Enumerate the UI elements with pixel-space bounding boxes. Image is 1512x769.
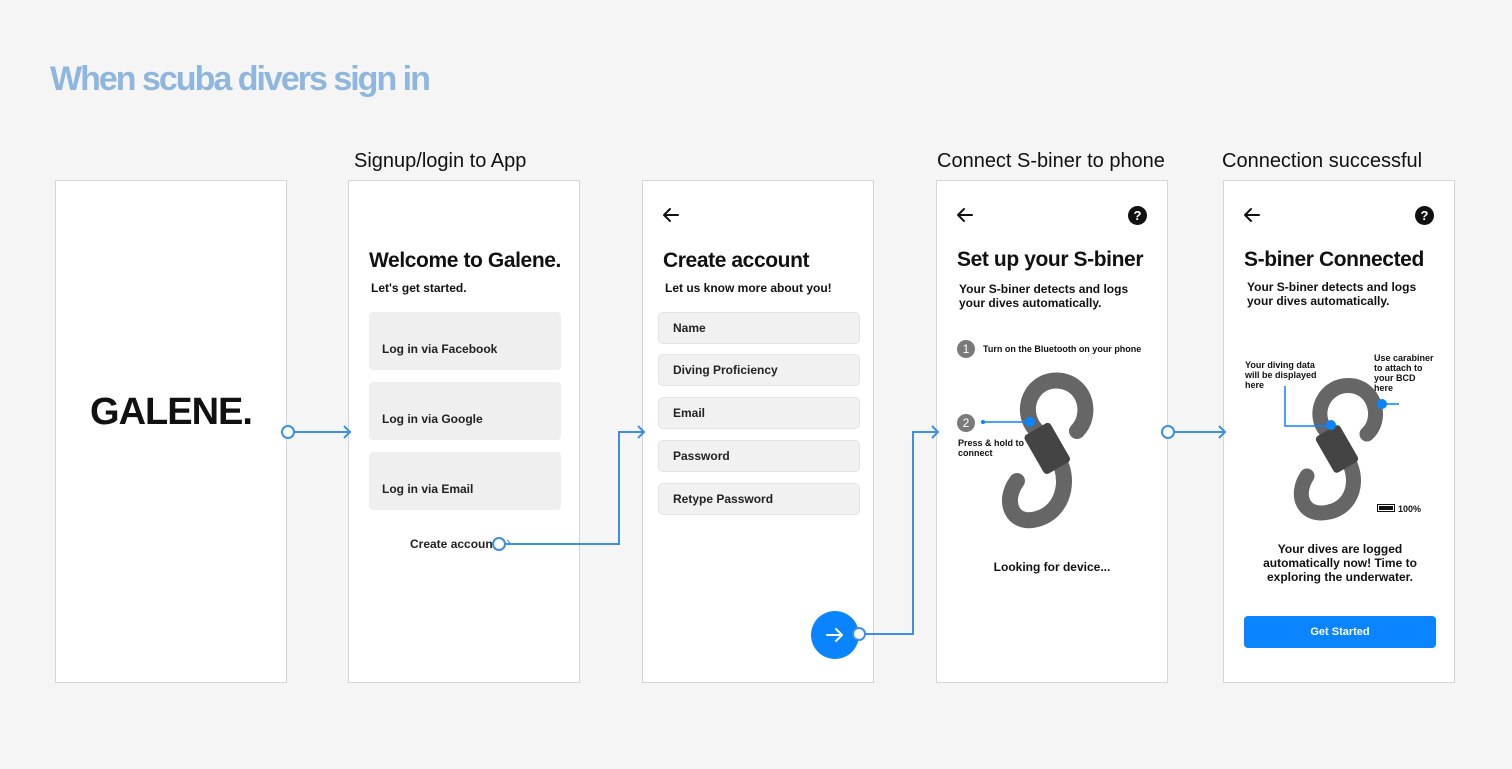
setup-description: Your S-biner detects and logs your dives… [959,282,1129,310]
facebook-login-button[interactable]: Log in via Facebook [369,312,561,370]
setup-heading: Set up your S-biner [957,248,1144,271]
step-2-text: Press & hold to connect [958,438,1025,458]
back-arrow-icon[interactable] [1242,205,1262,225]
step-1-text: Turn on the Bluetooth on your phone [983,344,1142,354]
battery-icon [1377,504,1395,512]
galene-logo: GALENE. [90,391,253,433]
create-account-link[interactable]: Create account [410,537,497,551]
create-account-subheading: Let us know more about you! [665,281,832,295]
email-login-button[interactable]: Log in via Email [369,452,561,510]
connected-heading: S-biner Connected [1244,248,1424,271]
welcome-heading: Welcome to Galene. [369,249,561,272]
get-started-button[interactable]: Get Started [1244,616,1436,648]
battery-level: 100% [1398,504,1422,514]
connected-message: Your dives are logged automatically now!… [1263,542,1417,584]
step-2-badge: 2 [957,414,975,432]
connected-description: Your S-biner detects and logs your dives… [1247,280,1417,308]
next-button[interactable] [811,611,859,659]
step-1-badge: 1 [957,340,975,358]
back-arrow-icon[interactable] [955,205,975,225]
chevron-right-icon: › [506,533,511,549]
carabiner-image [1284,378,1399,521]
pointer-line [981,417,1035,427]
diving-proficiency-field[interactable]: Diving Proficiency [658,354,860,386]
create-account-heading: Create account [663,249,810,272]
retype-password-field[interactable]: Retype Password [658,483,860,515]
section-label-connect: Connect S-biner to phone [937,150,1165,172]
page-title: When scuba divers sign in [50,60,431,98]
splash-screen: GALENE. [55,180,287,683]
welcome-screen: Welcome to Galene. Let's get started. Lo… [348,180,580,683]
setup-screen: ? Set up your S-biner Your S-biner detec… [936,180,1168,683]
section-label-signup: Signup/login to App [354,150,527,172]
status-text: Looking for device... [993,560,1111,574]
google-login-button[interactable]: Log in via Google [369,382,561,440]
back-arrow-icon[interactable] [661,205,681,225]
connected-screen: ? S-biner Connected Your S-biner detects… [1223,180,1455,683]
welcome-subheading: Let's get started. [371,281,467,295]
section-label-success: Connection successful [1222,150,1423,172]
create-account-screen: Create account Let us know more about yo… [642,180,874,683]
password-field[interactable]: Password [658,440,860,472]
name-field[interactable]: Name [658,312,860,344]
arrow-right-icon [826,628,843,642]
help-icon[interactable]: ? [1128,206,1147,225]
help-icon[interactable]: ? [1415,206,1434,225]
email-field[interactable]: Email [658,397,860,429]
